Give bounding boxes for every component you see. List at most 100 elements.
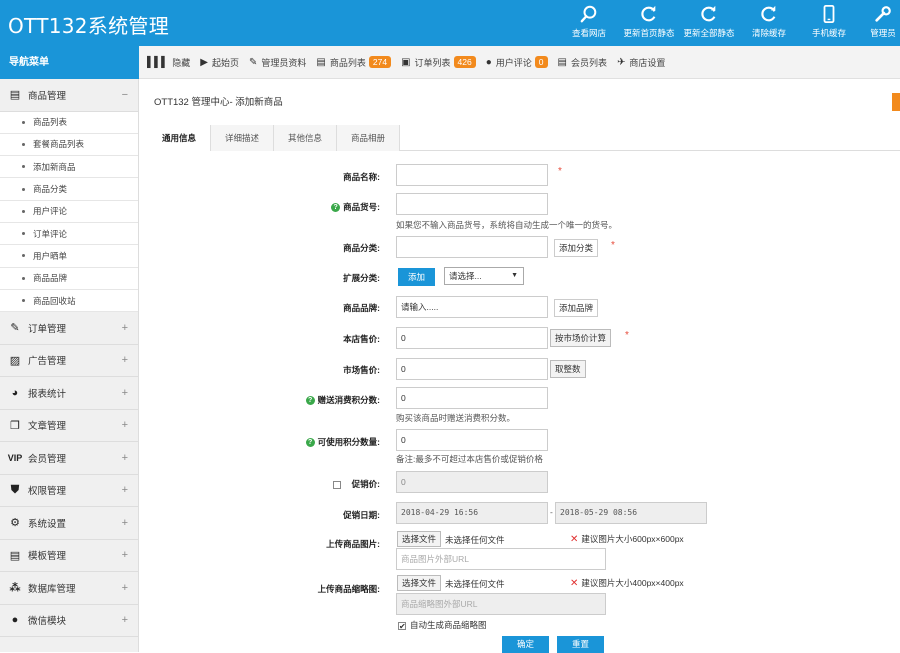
bullet-icon	[22, 120, 25, 124]
document-icon: ▤	[9, 89, 21, 102]
sidebar: ▤ 商品管理 − 商品列表 套餐商品列表 添加新商品 商品分类 用户评论 订单评论 …	[0, 79, 139, 652]
goods-sn-label-text: 商品货号:	[343, 202, 380, 212]
sidebar-item-user-shares[interactable]: 用户晒单	[0, 245, 138, 268]
pie-chart-icon: ◕	[11, 386, 19, 399]
sidebar-item-category[interactable]: 商品分类	[0, 178, 138, 201]
sidebar-item-goods-list[interactable]: 商品列表	[0, 111, 138, 134]
sidebar-section-permissions[interactable]: ⛊ 权限管理 +	[0, 474, 138, 508]
sidebar-item-recycle[interactable]: 商品回收站	[0, 289, 138, 313]
template-icon: ▤	[9, 549, 21, 562]
thumb-url-input[interactable]: 商品缩略图外部URL	[396, 593, 606, 615]
use-points-input[interactable]: 0	[396, 429, 548, 451]
help-icon[interactable]: ?	[305, 396, 315, 406]
round-integer-button[interactable]: 取整数	[550, 360, 586, 378]
auto-thumb-option[interactable]: ✔ 自动生成商品缩略图	[398, 619, 487, 631]
category-label: 商品分类:	[343, 243, 380, 253]
tab-other[interactable]: 其他信息	[274, 125, 337, 151]
header-nav-update-all[interactable]: 更新全部静态	[682, 4, 736, 39]
toolbar-label: 起始页	[211, 57, 239, 68]
edit-icon: ✎	[10, 322, 20, 335]
sidebar-item-label: 用户评论	[33, 206, 68, 217]
toolbar-start-page[interactable]: ▶ 起始页	[200, 56, 239, 69]
promo-price-input[interactable]: 0	[396, 471, 548, 493]
promo-end-date-input[interactable]: 2018-05-29 08:56	[555, 502, 707, 524]
sidebar-item-user-comments[interactable]: 用户评论	[0, 200, 138, 223]
header-nav-update-home[interactable]: 更新首页静态	[622, 4, 676, 39]
tab-gallery[interactable]: 商品相册	[337, 125, 400, 151]
close-icon: ✕	[570, 578, 579, 589]
side-accent-tab[interactable]	[892, 93, 900, 111]
ext-category-select[interactable]: 请选择... ▼	[444, 267, 524, 285]
toolbar-admin-profile[interactable]: ✎ 管理员资料	[249, 56, 306, 69]
goods-name-input[interactable]	[396, 164, 548, 186]
shop-price-input[interactable]: 0	[396, 327, 548, 349]
toolbar-label: 会员列表	[570, 57, 607, 68]
sidebar-section-wechat[interactable]: ● 微信模块 +	[0, 604, 138, 638]
brand-input[interactable]: 请输入.....	[396, 296, 548, 318]
date-separator: -	[550, 507, 553, 517]
required-mark: *	[611, 240, 615, 251]
expand-icon: +	[121, 549, 128, 562]
give-points-label-text: 赠送消费积分数:	[317, 395, 380, 405]
header-nav-view-shop[interactable]: 查看网店	[562, 4, 616, 39]
sidebar-section-templates[interactable]: ▤ 模板管理 +	[0, 539, 138, 573]
sidebar-item-order-comments[interactable]: 订单评论	[0, 222, 138, 246]
help-icon[interactable]: ?	[331, 203, 341, 213]
thumb-image-label: 上传商品缩略图:	[317, 584, 380, 594]
toolbar-label: 管理员资料	[261, 57, 307, 68]
promo-start-date-input[interactable]: 2018-04-29 16:56	[396, 502, 548, 524]
toolbar-hide[interactable]: ▌▌▌ 隐藏	[147, 56, 190, 69]
confirm-button[interactable]: 确定	[502, 636, 549, 653]
sidebar-section-reports[interactable]: ◕ 报表统计 +	[0, 377, 138, 410]
use-points-label: ? 可使用积分数量:	[148, 436, 380, 448]
add-category-button[interactable]: 添加分类	[554, 239, 599, 257]
sidebar-section-goods[interactable]: ▤ 商品管理 −	[0, 79, 138, 112]
promo-checkbox[interactable]	[332, 480, 341, 489]
sidebar-section-orders[interactable]: ✎ 订单管理 +	[0, 312, 138, 345]
category-input[interactable]	[396, 236, 548, 258]
toolbar-order-list[interactable]: ▣ 订单列表 426	[401, 56, 476, 69]
expand-icon: +	[121, 484, 128, 497]
bullet-icon	[22, 165, 25, 169]
calc-by-market-price-button[interactable]: 按市场价计算	[550, 329, 612, 347]
sidebar-section-members[interactable]: VIP 会员管理 +	[0, 442, 138, 475]
tab-general[interactable]: 通用信息	[148, 125, 211, 151]
image-url-input[interactable]: 商品图片外部URL	[396, 548, 606, 570]
mobile-icon	[823, 5, 835, 23]
header-nav-admin[interactable]: 管理员	[866, 4, 900, 39]
add-ext-category-button[interactable]: 添加	[398, 268, 435, 286]
bullet-icon	[22, 142, 25, 146]
checkbox-checked-icon[interactable]: ✔	[398, 621, 406, 630]
toolbar-member-list[interactable]: ▤ 会员列表	[558, 56, 607, 69]
image-size-advice: ✕ 建议图片大小600px×600px	[570, 533, 684, 545]
give-points-input[interactable]: 0	[396, 387, 548, 409]
refresh-icon	[641, 5, 656, 22]
header-nav-mobile-cache[interactable]: 手机缓存	[802, 4, 856, 39]
sidebar-item-label: 添加新商品	[33, 161, 76, 172]
header-nav-clear-cache[interactable]: 清除缓存	[742, 4, 796, 39]
sidebar-section-ads[interactable]: ▨ 广告管理 +	[0, 344, 138, 378]
choose-image-button[interactable]: 选择文件	[397, 531, 442, 547]
choose-thumb-button[interactable]: 选择文件	[397, 575, 442, 591]
tab-description[interactable]: 详细描述	[211, 125, 274, 151]
goods-sn-input[interactable]	[396, 193, 548, 215]
market-price-input[interactable]: 0	[396, 358, 548, 380]
sidebar-item-package-list[interactable]: 套餐商品列表	[0, 133, 138, 157]
header-nav-label: 更新首页静态	[623, 28, 675, 38]
help-icon[interactable]: ?	[305, 438, 315, 448]
sidebar-item-brands[interactable]: 商品品牌	[0, 267, 138, 290]
toolbar-user-comments[interactable]: ● 用户评论 0	[486, 56, 548, 69]
sidebar-section-settings[interactable]: ⚙ 系统设置 +	[0, 507, 138, 540]
bullet-icon	[22, 187, 25, 191]
market-price-label: 市场售价:	[343, 365, 380, 375]
toolbar-goods-list[interactable]: ▤ 商品列表 274	[316, 56, 392, 69]
reset-button[interactable]: 重置	[557, 636, 604, 653]
sidebar-section-database[interactable]: ⁂ 数据库管理 +	[0, 572, 138, 605]
sidebar-item-label: 订单评论	[33, 228, 68, 239]
thumb-size-advice-text: 建议图片大小400px×400px	[581, 578, 684, 588]
sidebar-section-articles[interactable]: ❐ 文章管理 +	[0, 409, 138, 443]
toolbar-shop-settings[interactable]: ✈ 商店设置	[617, 56, 665, 69]
add-brand-button[interactable]: 添加品牌	[554, 299, 599, 317]
expand-icon: +	[121, 581, 128, 594]
sidebar-item-add-goods[interactable]: 添加新商品	[0, 156, 138, 179]
